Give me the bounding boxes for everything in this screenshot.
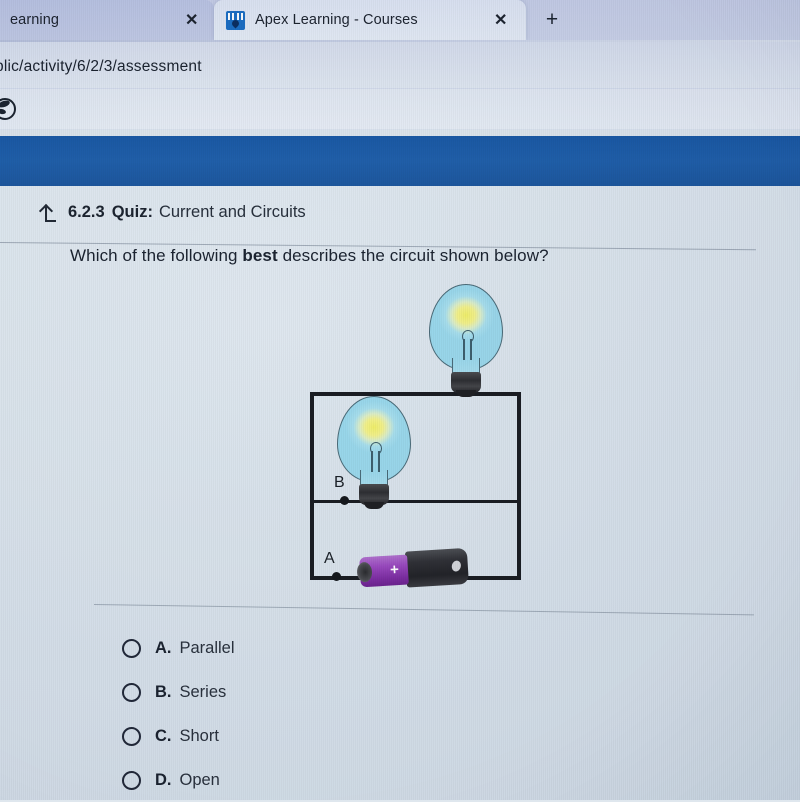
divider — [93, 604, 754, 616]
url-text[interactable]: blic/activity/6/2/3/assessment — [0, 58, 202, 76]
option-letter: B. — [155, 682, 172, 701]
close-icon[interactable]: ✕ — [494, 13, 507, 29]
circuit-node-b — [340, 496, 349, 505]
question-text: Which of the following best describes th… — [70, 246, 549, 266]
circuit-node-a-label: A — [324, 550, 335, 567]
quiz-label: Quiz: — [111, 203, 153, 221]
browser-tab-inactive[interactable]: earning — [0, 0, 214, 40]
circuit-diagram: + B A — [296, 278, 546, 598]
radio-button[interactable] — [122, 770, 141, 790]
browser-tab-title: earning — [10, 12, 60, 28]
question-emphasis: best — [242, 246, 278, 265]
question-suffix: describes the circuit shown below? — [277, 246, 549, 265]
battery-icon: + — [356, 547, 473, 594]
option-label: Parallel — [179, 638, 235, 657]
answer-options-list: A. Parallel B. Series C. Short D. Open — [122, 626, 542, 802]
circuit-node-b-label: B — [334, 474, 345, 491]
answer-option-c[interactable]: C. Short — [122, 714, 542, 758]
answer-option-d[interactable]: D. Open — [122, 758, 542, 802]
circuit-wire-right — [517, 392, 521, 580]
option-label: Series — [179, 682, 227, 701]
option-letter: A. — [155, 638, 172, 657]
quiz-page-content: 6.2.3 Quiz: Current and Circuits Which o… — [0, 186, 800, 800]
quiz-number: 6.2.3 — [68, 203, 105, 221]
light-bulb-icon — [337, 396, 411, 509]
option-label: Short — [179, 726, 219, 745]
answer-option-b[interactable]: B. Series — [122, 670, 542, 714]
circuit-node-a — [332, 572, 341, 581]
apex-learning-favicon — [226, 10, 245, 30]
question-prefix: Which of the following — [70, 246, 243, 265]
light-bulb-icon — [429, 284, 503, 397]
new-tab-button[interactable]: + — [541, 9, 563, 32]
bookmark-bar — [0, 89, 800, 129]
radio-button[interactable] — [122, 638, 141, 658]
option-letter: D. — [155, 770, 172, 789]
quiz-title-row: 6.2.3 Quiz: Current and Circuits — [38, 203, 306, 222]
option-label: Open — [179, 770, 220, 789]
radio-button[interactable] — [122, 726, 141, 746]
answer-option-a[interactable]: A. Parallel — [122, 626, 542, 670]
quiz-name: Current and Circuits — [158, 203, 306, 221]
circuit-wire-left — [310, 392, 314, 580]
close-icon[interactable]: ✕ — [185, 13, 198, 29]
browser-tab-strip: earning ✕ Apex Learning - Courses ✕ + — [0, 0, 800, 40]
browser-tab-active[interactable]: Apex Learning - Courses — [214, 0, 526, 40]
app-header-bar — [0, 136, 800, 186]
radio-button[interactable] — [122, 682, 141, 702]
battery-polarity-label: + — [389, 561, 400, 579]
browser-chrome: earning ✕ Apex Learning - Courses ✕ + bl… — [0, 0, 800, 130]
return-arrow-icon[interactable] — [38, 203, 57, 222]
browser-tab-title: Apex Learning - Courses — [255, 12, 418, 28]
option-letter: C. — [155, 726, 172, 745]
